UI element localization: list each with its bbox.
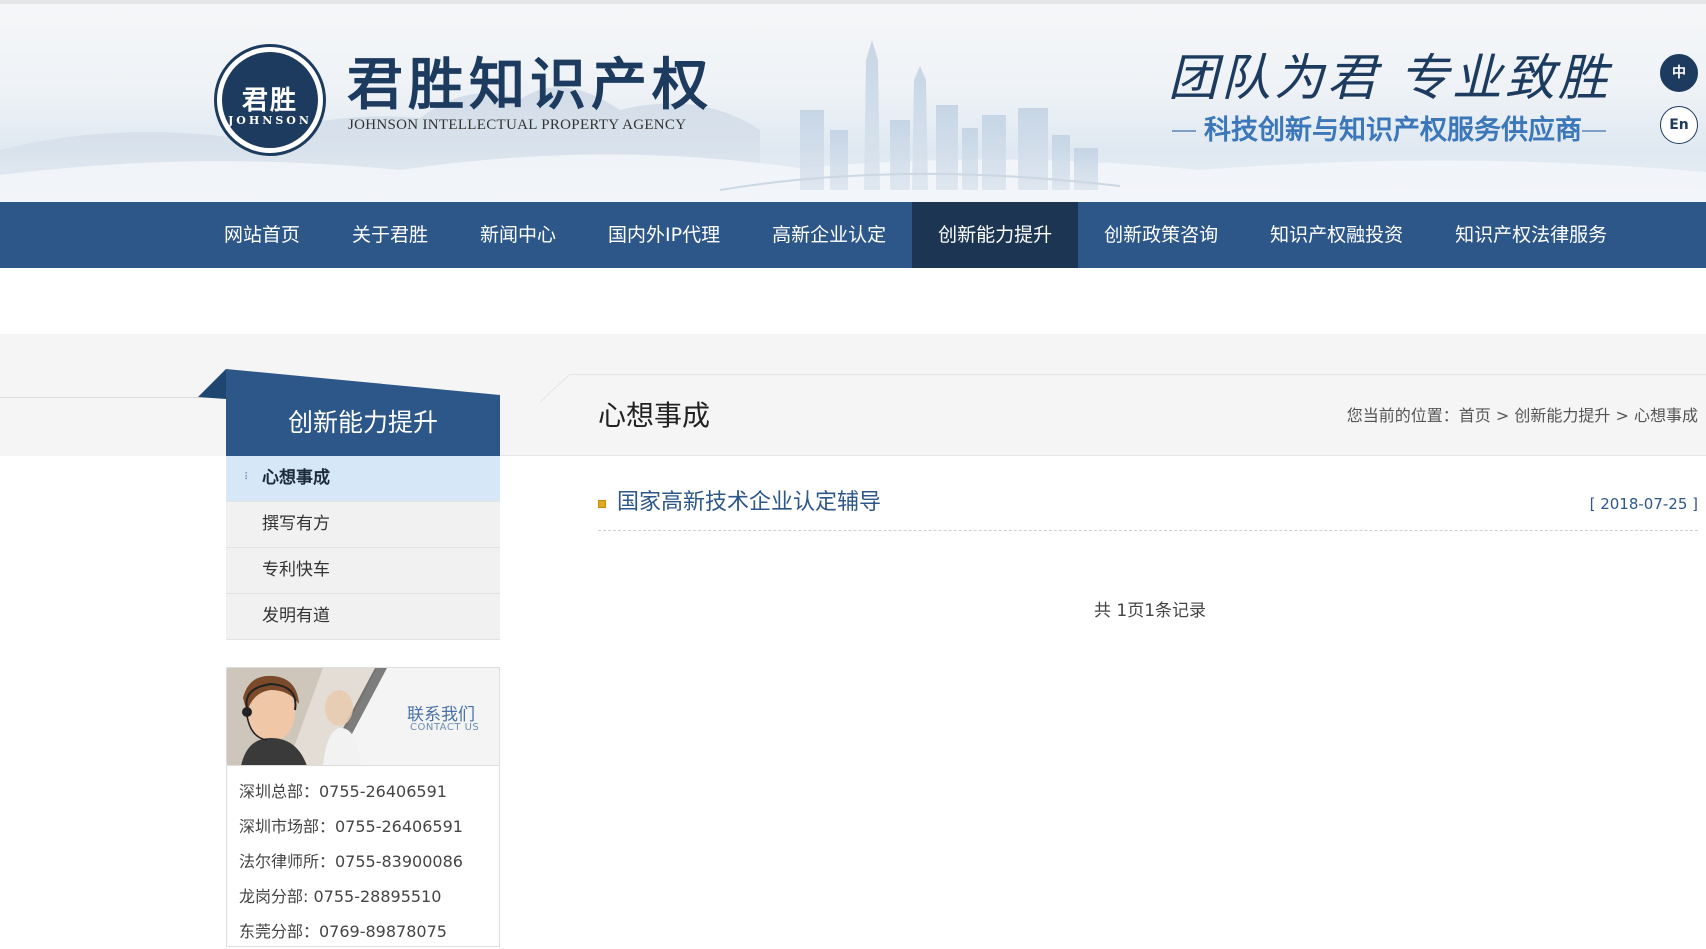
sidebar-item-label: 专利快车 [262, 560, 330, 580]
list-item: 国家高新技术企业认定辅导 [ 2018-07-25 ] [598, 487, 1698, 531]
sidebar-item-label: 发明有道 [262, 606, 330, 626]
logo-emblem-en: JOHNSON [228, 114, 312, 127]
contact-list: 深圳总部：0755-26406591 深圳市场部：0755-26406591 法… [239, 774, 463, 949]
brand-english-name: JOHNSON INTELLECTUAL PROPERTY AGENCY [348, 117, 687, 133]
nav-item-innovation-improvement[interactable]: 创新能力提升 [912, 202, 1079, 268]
main-nav: 网站首页 关于君胜 新闻中心 国内外IP代理 高新企业认定 创新能力提升 创新政… [0, 202, 1706, 268]
breadcrumb-separator: > [1490, 406, 1515, 425]
pagination-summary: 共 1页1条记录 [1093, 601, 1207, 621]
sidebar-menu: ⠇ 心想事成 撰写有方 专利快车 发明有道 [226, 456, 500, 640]
breadcrumb-current[interactable]: 心想事成 [1634, 406, 1698, 425]
band-line-left [0, 397, 230, 398]
sidebar-item-label: 心想事成 [262, 468, 330, 488]
contact-title-en: CONTACT US [410, 722, 480, 733]
breadcrumb-home-link[interactable]: 首页 [1459, 406, 1491, 425]
subslogan-dash-left [1172, 130, 1196, 132]
language-chinese-button[interactable]: 中 [1660, 54, 1698, 92]
breadcrumb-prefix: 您当前的位置： [1346, 406, 1459, 425]
contact-line: 龙岗分部: 0755-28895510 [239, 887, 442, 906]
nav-item-ip-agency[interactable]: 国内外IP代理 [582, 202, 746, 268]
sidebar-item-label: 撰写有方 [262, 514, 330, 534]
subslogan-wrap: 科技创新与知识产权服务供应商 [1172, 113, 1606, 149]
article-link[interactable]: 国家高新技术企业认定辅导 [617, 487, 881, 519]
contact-box: 联系我们 CONTACT US 深圳总部：0755-26406591 深圳市场部… [226, 667, 500, 947]
logo-emblem-inner: 君胜 JOHNSON [222, 52, 318, 148]
article-date: [ 2018-07-25 ] [1589, 495, 1698, 513]
nav-item-home[interactable]: 网站首页 [198, 202, 326, 268]
breadcrumb-section-link[interactable]: 创新能力提升 [1514, 406, 1610, 425]
subslogan: 科技创新与知识产权服务供应商 [1204, 115, 1582, 146]
subslogan-dash-right [1582, 130, 1606, 132]
sidebar-item-xinxiangshicheng[interactable]: ⠇ 心想事成 [226, 456, 500, 502]
page-title: 心想事成 [598, 399, 711, 432]
language-english-button[interactable]: En [1660, 106, 1698, 144]
breadcrumb-separator: > [1610, 406, 1634, 425]
site-header: 君胜 JOHNSON 君胜知识产权 JOHNSON INTELLECTUAL P… [0, 0, 1706, 202]
nav-item-ip-investment[interactable]: 知识产权融投资 [1244, 202, 1429, 268]
active-marker-icon: ⠇ [244, 472, 252, 483]
band-slant [540, 374, 571, 403]
contact-line: 法尔律师所：0755-83900086 [239, 852, 463, 871]
nav-item-policy-consulting[interactable]: 创新政策咨询 [1078, 202, 1244, 268]
logo-emblem[interactable]: 君胜 JOHNSON [214, 44, 326, 156]
band-line-right [570, 374, 1706, 375]
contact-banner-image: 联系我们 CONTACT US [227, 668, 499, 766]
sidebar-title-tab [198, 369, 500, 399]
logo-emblem-cn: 君胜 [241, 86, 298, 116]
sidebar-item-zhuanxieyoufang[interactable]: 撰写有方 [226, 502, 500, 548]
contact-line: 东莞分部：0769-89878075 [239, 922, 447, 941]
slogan: 团队为君 专业致胜 [1168, 49, 1611, 107]
brand-name[interactable]: 君胜知识产权 [347, 52, 713, 118]
sidebar-item-famingyoudao[interactable]: 发明有道 [226, 594, 500, 640]
bullet-icon [598, 500, 606, 508]
breadcrumb: 您当前的位置：首页 > 创新能力提升 > 心想事成 [1347, 404, 1698, 428]
nav-item-about[interactable]: 关于君胜 [326, 202, 454, 268]
nav-item-ip-legal-service[interactable]: 知识产权法律服务 [1429, 202, 1633, 268]
contact-line: 深圳总部：0755-26406591 [239, 782, 447, 801]
nav-item-news[interactable]: 新闻中心 [454, 202, 582, 268]
contact-line: 深圳市场部：0755-26406591 [239, 817, 463, 836]
sidebar-item-zhuanlikuaiche[interactable]: 专利快车 [226, 548, 500, 594]
sidebar-title: 创新能力提升 [226, 396, 500, 456]
nav-list: 网站首页 关于君胜 新闻中心 国内外IP代理 高新企业认定 创新能力提升 创新政… [198, 202, 1633, 268]
nav-item-high-tech-certification[interactable]: 高新企业认定 [746, 202, 912, 268]
content-divider [500, 455, 1706, 456]
